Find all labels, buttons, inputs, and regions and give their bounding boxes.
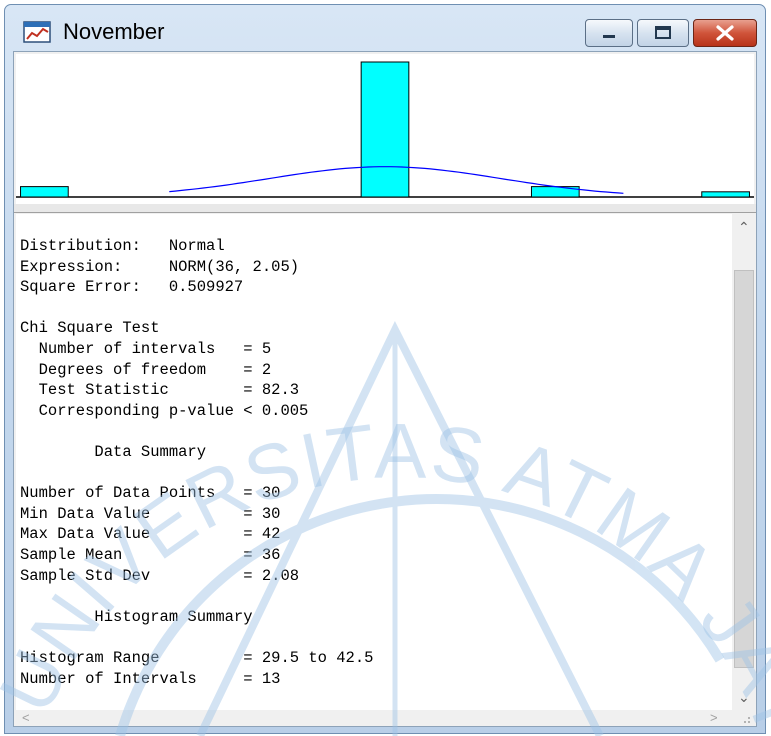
client-area: Distribution: Normal Expression: NORM(36,… <box>13 51 757 727</box>
minimize-icon <box>603 35 615 38</box>
horizontal-scrollbar[interactable]: < > <box>16 710 732 726</box>
report-line: Number of Intervals = 13 <box>20 669 281 688</box>
histogram-bar <box>701 191 750 198</box>
report-line: Degrees of freedom = 2 <box>20 360 272 379</box>
report-line: Max Data Value = 42 <box>20 525 281 544</box>
resize-grip-icon[interactable] <box>734 710 754 726</box>
maximize-icon <box>655 26 671 39</box>
scroll-right-icon[interactable]: > <box>710 711 718 725</box>
close-icon <box>716 25 734 41</box>
report-line: Chi Square Test <box>20 319 160 338</box>
maximize-button[interactable] <box>637 19 689 47</box>
report-line: Number of intervals = 5 <box>20 340 272 358</box>
report-line: Square Error: 0.509927 <box>20 278 244 297</box>
report-line: Min Data Value = 30 <box>20 504 281 523</box>
report-line: Sample Mean = 36 <box>20 546 281 564</box>
scroll-down-icon[interactable]: ⌄ <box>738 690 750 704</box>
chart-app-icon <box>23 21 51 43</box>
splitter[interactable] <box>14 204 756 213</box>
scroll-left-icon[interactable]: < <box>22 711 30 725</box>
window-title: November <box>63 19 165 44</box>
report-line: Corresponding p-value < 0.005 <box>20 401 309 420</box>
close-button[interactable] <box>693 19 757 47</box>
report-line: Histogram Summary <box>20 607 253 626</box>
report-line: Test Statistic = 82.3 <box>20 381 300 400</box>
report-line: Data Summary <box>20 443 207 461</box>
title-bar[interactable]: November <box>5 5 765 51</box>
report-line: Distribution: Normal <box>20 237 225 255</box>
scroll-up-icon[interactable]: ⌃ <box>738 220 750 234</box>
vertical-scroll-thumb[interactable] <box>734 270 754 668</box>
report-line: Expression: NORM(36, 2.05) <box>20 257 300 276</box>
report-text[interactable]: Distribution: Normal Expression: NORM(36,… <box>16 214 732 710</box>
vertical-scrollbar[interactable]: ⌃ ⌄ <box>732 214 756 710</box>
histogram-bar <box>20 186 69 198</box>
report-line: Histogram Range = 29.5 to 42.5 <box>20 649 374 667</box>
histogram-panel <box>16 54 754 205</box>
minimize-button[interactable] <box>585 19 633 47</box>
report-line: Sample Std Dev = 2.08 <box>20 566 300 585</box>
report-line: Number of Data Points = 30 <box>20 484 281 503</box>
histogram-chart <box>16 61 754 198</box>
fit-window: November Distribution: Normal Expression:… <box>4 4 766 734</box>
histogram-bar <box>360 61 410 198</box>
